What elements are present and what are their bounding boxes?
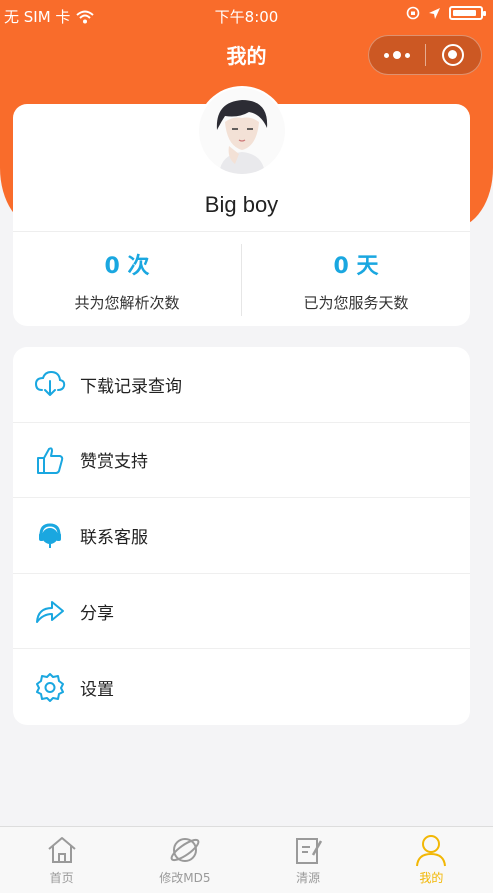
tab-label-mine: 我的: [419, 871, 444, 885]
close-target-icon: [442, 44, 465, 66]
location-icon: [429, 7, 440, 19]
cloud-download-icon: [33, 367, 67, 401]
tab-label-modify-md5: 修改MD5: [159, 871, 211, 885]
menu-label-settings: 设置: [80, 679, 114, 700]
tab-label-home: 首页: [49, 871, 74, 885]
home-icon: [47, 837, 76, 863]
close-button[interactable]: [425, 36, 481, 74]
settings-gear-icon: [33, 670, 67, 704]
parse-count-value: 0 次: [104, 254, 150, 279]
tab-modify-md5[interactable]: 修改MD5: [123, 827, 246, 893]
battery-icon: [449, 6, 486, 20]
parse-count-stat: 0 次 共为您解析次数: [13, 248, 241, 313]
status-bar: 无 SIM 卡 下午8:00: [0, 0, 493, 32]
tab-bar: 首页 修改MD5 清源 我的: [0, 826, 493, 893]
tab-home[interactable]: 首页: [0, 827, 123, 893]
more-button[interactable]: [369, 36, 425, 74]
menu-label-customer-service: 联系客服: [80, 527, 148, 548]
tab-clean[interactable]: 清源: [247, 827, 370, 893]
avatar[interactable]: [199, 88, 285, 174]
menu-label-tip-support: 赞赏支持: [80, 452, 148, 473]
mini-program-capsule: [368, 35, 482, 75]
planet-icon: [170, 838, 200, 862]
menu-item-customer-service[interactable]: 联系客服: [13, 498, 470, 574]
tab-label-clean: 清源: [296, 871, 321, 885]
user-icon: [416, 835, 447, 867]
service-days-stat: 0 天 已为您服务天数: [242, 248, 470, 313]
service-days-label: 已为您服务天数: [303, 294, 409, 312]
tab-mine[interactable]: 我的: [370, 827, 493, 893]
menu-item-download-history[interactable]: 下载记录查询: [13, 347, 470, 423]
edit-icon: [296, 838, 323, 864]
divider: [13, 231, 470, 232]
menu-label-download-history: 下载记录查询: [80, 376, 182, 397]
service-days-value: 0 天: [333, 254, 379, 279]
orientation-lock-icon: [406, 6, 420, 20]
more-dots-icon: [383, 51, 410, 59]
headset-icon: [33, 518, 67, 552]
menu-label-share: 分享: [80, 603, 114, 624]
username: Big boy: [204, 192, 279, 217]
menu-item-tip-support[interactable]: 赞赏支持: [13, 423, 470, 499]
menu-list: 下载记录查询 赞赏支持 联系客服 分享 设置: [13, 347, 470, 725]
avatar-illustration: [199, 88, 285, 174]
menu-item-settings[interactable]: 设置: [13, 649, 470, 725]
share-arrow-icon: [33, 594, 67, 628]
menu-item-share[interactable]: 分享: [13, 574, 470, 650]
parse-count-label: 共为您解析次数: [74, 294, 180, 312]
thumbs-up-icon: [33, 443, 67, 477]
